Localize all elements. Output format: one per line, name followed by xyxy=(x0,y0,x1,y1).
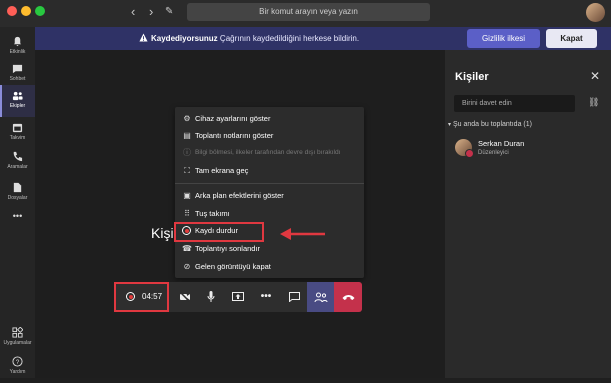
menu-item-meeting-notes[interactable]: ▤ Toplantı notlarını göster xyxy=(175,127,364,144)
bell-icon xyxy=(13,36,22,47)
menu-item-background-effects[interactable]: ▣ Arka plan efektlerini göster xyxy=(175,187,364,204)
participant-name[interactable]: Serkan Duran xyxy=(478,139,524,148)
highlight-box-timer xyxy=(114,282,169,312)
forward-icon[interactable]: › xyxy=(149,5,153,19)
chat-icon[interactable] xyxy=(281,282,307,312)
background-effects-icon: ▣ xyxy=(183,191,191,200)
sidebar-item-label: Etkinlik xyxy=(9,49,26,55)
menu-item-fullscreen[interactable]: ⛶ Tam ekrana geç xyxy=(175,162,364,179)
more-actions-menu: ⚙ Cihaz ayarlarını göster ▤ Toplantı not… xyxy=(175,107,364,278)
video-off-icon: ⊘ xyxy=(183,262,191,271)
status-badge xyxy=(465,149,474,158)
sidebar-item-label: Ekipler xyxy=(9,103,26,109)
menu-item-keypad[interactable]: ⠿ Tuş takımı xyxy=(175,205,364,222)
participant-role: Düzenleyici xyxy=(478,150,509,156)
app-sidebar: Etkinlik Sohbet Ekipler Takvim Aramalar … xyxy=(0,27,35,378)
menu-divider xyxy=(175,183,364,184)
help-icon: ? xyxy=(12,356,23,367)
sidebar-item-label: Aramalar xyxy=(7,164,28,170)
menu-item-label: Tuş takımı xyxy=(195,209,230,218)
teams-icon xyxy=(12,91,23,101)
close-icon[interactable]: ✕ xyxy=(590,69,600,83)
notes-icon: ▤ xyxy=(183,131,191,140)
hang-up-button[interactable] xyxy=(334,282,362,312)
more-icon[interactable]: ••• xyxy=(253,282,279,312)
sidebar-item-calls[interactable]: Aramalar xyxy=(0,146,35,178)
phone-icon xyxy=(13,151,23,162)
recording-notice-text: Çağrının kaydedildiğini herkese bildirin… xyxy=(217,34,360,43)
camera-off-icon[interactable] xyxy=(172,282,198,312)
people-icon xyxy=(314,292,328,303)
svg-text:?: ? xyxy=(16,359,20,366)
sidebar-item-label: Takvim xyxy=(9,135,26,141)
sidebar-item-calendar[interactable]: Takvim xyxy=(0,117,35,149)
apps-icon xyxy=(12,327,23,338)
panel-title: Kişiler xyxy=(455,71,489,83)
menu-item-incoming-video-off[interactable]: ⊘ Gelen görüntüyü kapat xyxy=(175,258,364,275)
file-icon xyxy=(13,182,22,193)
back-icon[interactable]: ‹ xyxy=(131,5,135,19)
sidebar-item-label: Sohbet xyxy=(9,76,26,82)
highlight-box-menu xyxy=(174,222,264,242)
sidebar-item-help[interactable]: ? Yardım xyxy=(0,351,35,383)
menu-item-label: Gelen görüntüyü kapat xyxy=(195,262,271,271)
more-icon: ••• xyxy=(12,211,23,221)
command-search-input[interactable]: Bir komut arayın veya yazın xyxy=(187,3,430,21)
share-link-icon[interactable]: ⛓ xyxy=(588,97,599,108)
recording-notice: Kaydediyorsunuz Çağrının kaydedildiğini … xyxy=(139,33,359,43)
menu-item-label: Arka plan efektlerini göster xyxy=(195,191,284,200)
close-banner-button[interactable]: Kapat xyxy=(546,29,597,48)
stage-label: Kişil xyxy=(151,225,177,241)
chevron-down-icon: ▾ xyxy=(448,122,452,128)
sidebar-item-files[interactable]: Dosyalar xyxy=(0,177,35,209)
sidebar-item-label: Yardım xyxy=(9,369,26,375)
invite-input[interactable]: Birini davet edin xyxy=(454,95,575,112)
annotation-arrow-icon xyxy=(280,228,325,240)
menu-item-label: Toplantı notlarını göster xyxy=(195,131,274,140)
warning-icon xyxy=(139,33,148,42)
info-icon: ⓘ xyxy=(183,148,191,157)
section-label: Şu anda bu toplantıda (1) xyxy=(452,121,532,128)
menu-item-info-pane: ⓘ Bilgi bölmesi, ilkeler tarafından devr… xyxy=(175,144,364,161)
window-minimize-dot[interactable] xyxy=(21,6,31,16)
participants-section[interactable]: ▾ Şu anda bu toplantıda (1) xyxy=(448,121,532,128)
gear-icon: ⚙ xyxy=(183,114,191,123)
calendar-icon xyxy=(12,123,23,133)
sidebar-item-apps[interactable]: Uygulamalar xyxy=(0,322,35,354)
participants-button[interactable] xyxy=(307,282,334,312)
share-screen-icon[interactable] xyxy=(225,282,251,312)
sidebar-item-teams[interactable]: Ekipler xyxy=(0,85,35,117)
keypad-icon: ⠿ xyxy=(184,209,190,218)
recording-notice-title: Kaydediyorsunuz xyxy=(151,34,218,43)
title-bar: ‹ › ✎ Bir komut arayın veya yazın xyxy=(0,0,611,27)
profile-avatar[interactable] xyxy=(586,3,605,22)
compose-icon[interactable]: ✎ xyxy=(165,5,173,19)
window-zoom-dot[interactable] xyxy=(35,6,45,16)
privacy-policy-button[interactable]: Gizlilik ilkesi xyxy=(467,29,540,48)
menu-item-label: Bilgi bölmesi, ilkeler tarafından devre … xyxy=(195,149,341,156)
menu-item-label: Tam ekrana geç xyxy=(195,166,249,175)
recording-banner: Kaydediyorsunuz Çağrının kaydedildiğini … xyxy=(35,27,611,50)
end-meeting-icon: ☎ xyxy=(182,244,192,253)
fullscreen-icon: ⛶ xyxy=(184,166,190,175)
people-panel: Kişiler ✕ Birini davet edin ⛓ ▾ Şu anda … xyxy=(445,50,611,378)
menu-item-label: Toplantıyı sonlandır xyxy=(195,244,261,253)
hang-up-icon xyxy=(342,295,355,300)
sidebar-item-label: Uygulamalar xyxy=(3,340,32,346)
menu-item-end-meeting[interactable]: ☎ Toplantıyı sonlandır xyxy=(175,240,364,257)
menu-item-label: Cihaz ayarlarını göster xyxy=(195,114,271,123)
microphone-icon[interactable] xyxy=(198,282,224,312)
sidebar-item-label: Dosyalar xyxy=(7,195,28,201)
window-close-dot[interactable] xyxy=(7,6,17,16)
chat-icon xyxy=(12,64,23,74)
menu-item-device-settings[interactable]: ⚙ Cihaz ayarlarını göster xyxy=(175,110,364,127)
sidebar-item-more[interactable]: ••• xyxy=(0,207,35,239)
